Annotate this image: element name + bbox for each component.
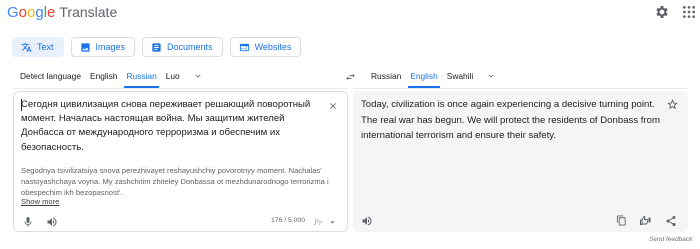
share-icon[interactable] — [665, 215, 677, 227]
google-translate-logo[interactable]: Google Translate — [7, 4, 117, 21]
transliteration-text: Segodnya tsivilizatsiya snova perezhivay… — [21, 166, 329, 197]
tab-documents-label: Documents — [167, 42, 213, 52]
target-text-panel: Today, civilization is once again experi… — [353, 91, 688, 232]
character-count: 176 / 5,000 — [271, 217, 306, 224]
source-lang-divider — [13, 88, 348, 89]
tab-websites-label: Websites — [254, 42, 292, 52]
image-icon — [80, 42, 90, 52]
source-lang-detect[interactable]: Detect language — [20, 68, 81, 84]
logo-letter: e — [47, 4, 56, 21]
source-lang-english[interactable]: English — [90, 68, 117, 84]
speaker-icon[interactable] — [46, 216, 58, 228]
tab-text-label: Text — [37, 42, 54, 52]
rate-translation-icon[interactable] — [639, 215, 652, 227]
gear-icon[interactable] — [654, 4, 670, 20]
translation-output: Today, civilization is once again experi… — [361, 99, 660, 142]
target-language-bar: Russian English Swahili — [371, 68, 496, 88]
source-text-panel: Сегодня цивилизация снова переживает реш… — [13, 91, 348, 232]
handwriting-icon[interactable]: Pr — [314, 218, 336, 227]
logo-letter: G — [7, 4, 19, 21]
product-name: Translate — [59, 4, 118, 20]
chevron-down-icon[interactable] — [486, 71, 496, 81]
speaker-icon[interactable] — [361, 215, 373, 227]
tab-websites[interactable]: Websites — [229, 37, 302, 57]
logo-letter: g — [35, 4, 44, 21]
target-lang-russian[interactable]: Russian — [371, 68, 401, 84]
target-lang-divider — [353, 88, 688, 89]
document-icon — [152, 42, 161, 52]
app-header: Google Translate — [0, 0, 700, 26]
source-text-input[interactable]: Сегодня цивилизация снова переживает реш… — [21, 98, 321, 155]
show-more-link[interactable]: Show more — [21, 197, 59, 206]
tab-images[interactable]: Images — [70, 37, 136, 57]
logo-letter: o — [18, 4, 28, 21]
microphone-icon[interactable] — [22, 216, 34, 228]
source-toolbar: 176 / 5,000 Pr — [14, 209, 347, 233]
close-icon[interactable] — [328, 101, 338, 111]
tab-text[interactable]: Text — [12, 37, 64, 57]
tab-images-label: Images — [95, 42, 126, 52]
source-language-bar: Detect language English Russian Luo — [20, 68, 203, 88]
swap-languages-icon[interactable] — [345, 72, 356, 82]
translate-icon — [21, 42, 32, 52]
star-icon[interactable] — [667, 99, 678, 110]
source-lang-luo[interactable]: Luo — [166, 68, 180, 84]
tab-documents[interactable]: Documents — [142, 37, 223, 57]
chevron-down-icon[interactable] — [193, 71, 203, 81]
send-feedback-link[interactable]: Send feedback — [649, 236, 692, 243]
website-icon — [239, 43, 249, 51]
text-cursor — [21, 99, 22, 111]
apps-grid-icon[interactable] — [681, 4, 697, 20]
mode-tabs: Text Images Documents Websites — [12, 37, 302, 57]
source-lang-russian[interactable]: Russian — [124, 68, 160, 88]
target-lang-swahili[interactable]: Swahili — [447, 68, 474, 84]
svg-text:Pr: Pr — [314, 219, 323, 227]
copy-icon[interactable] — [616, 215, 627, 226]
target-lang-english[interactable]: English — [408, 68, 441, 88]
